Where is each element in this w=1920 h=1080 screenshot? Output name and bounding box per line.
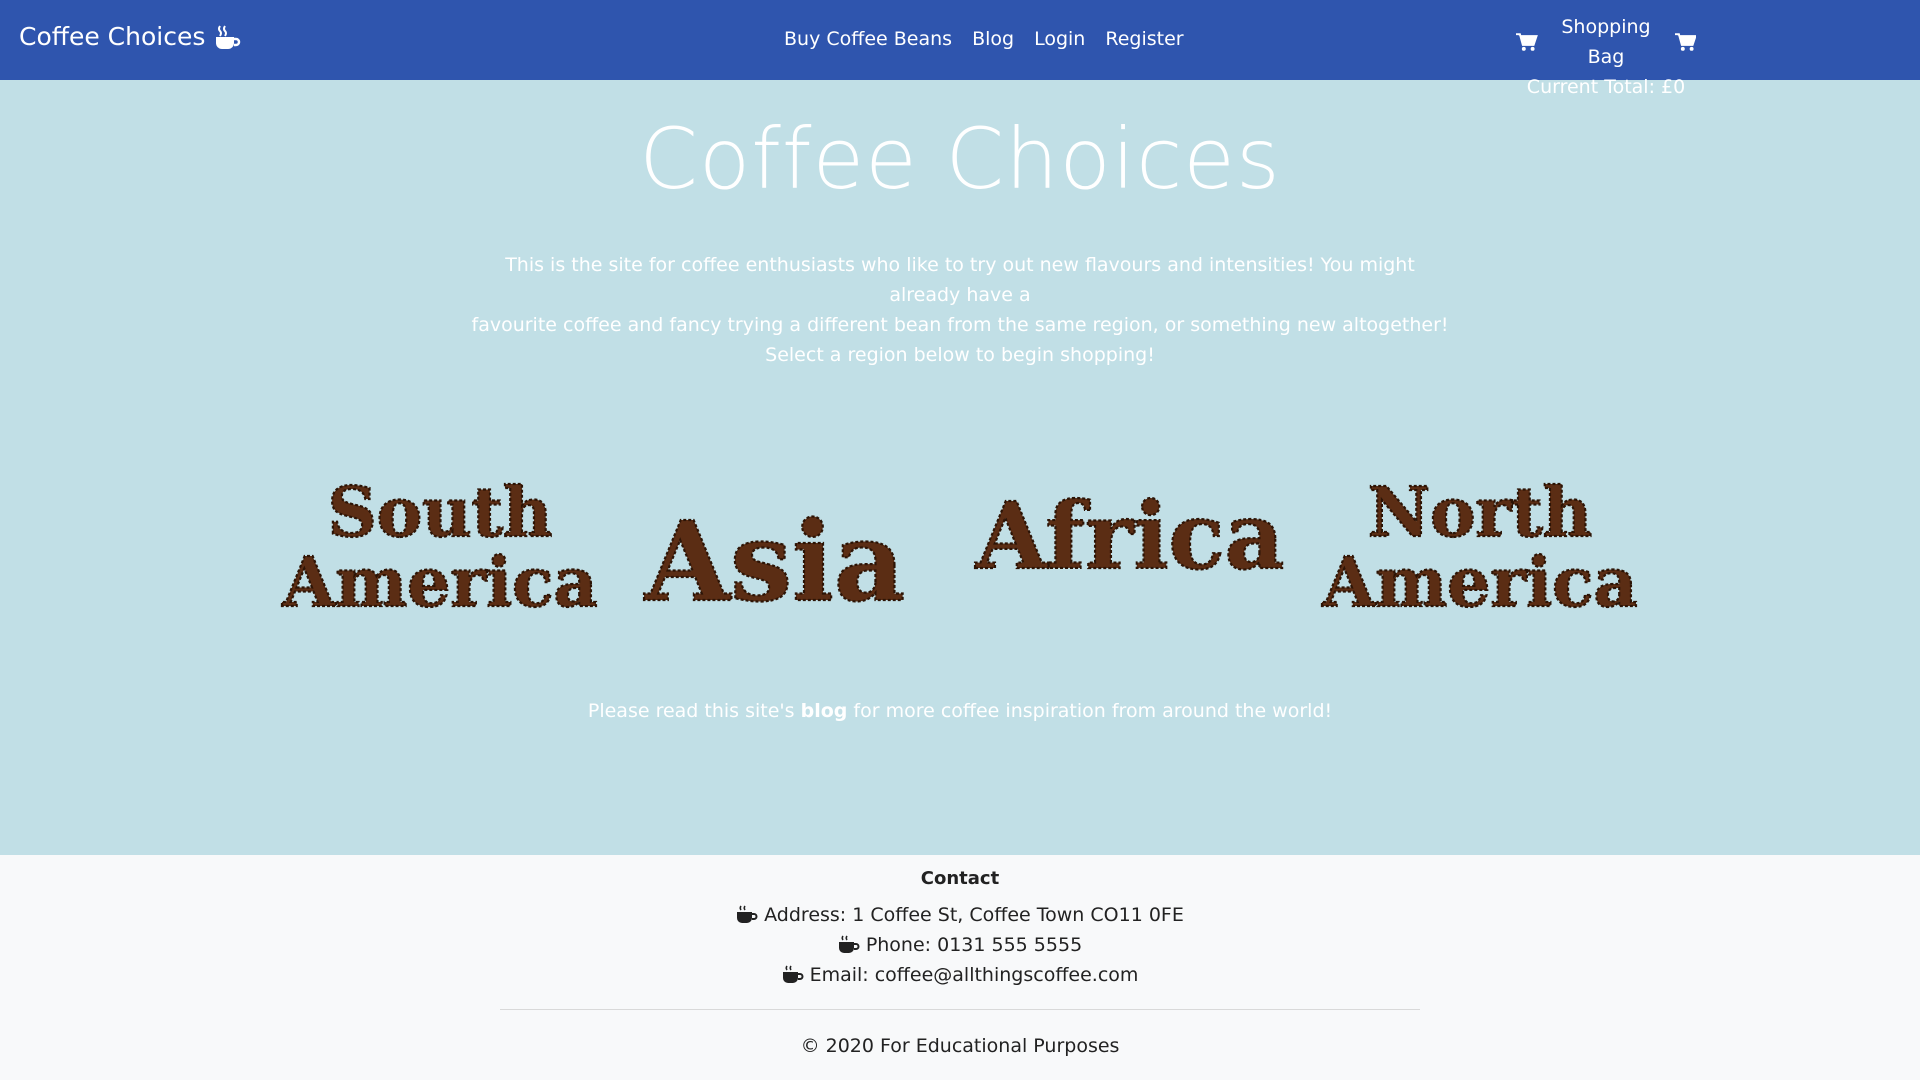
contact-address: Address: 1 Coffee St, Coffee Town CO11 0…	[0, 900, 1920, 930]
nav-register[interactable]: Register	[1105, 28, 1183, 50]
coffee-cup-icon	[782, 965, 804, 983]
region-africa-link[interactable]: Africa	[970, 480, 1310, 591]
shopping-cart-icon	[1674, 33, 1696, 51]
region-label: America	[281, 543, 597, 623]
intro-line: favourite coffee and fancy trying a diff…	[471, 314, 1449, 336]
region-label: Africa	[975, 482, 1284, 590]
contact-email: Email: coffee@allthingscoffee.com	[0, 960, 1920, 990]
region-selector: South America Asia Africa North America	[280, 470, 1640, 640]
region-asia-image: Asia	[643, 496, 907, 627]
shopping-bag-link[interactable]: Shopping Bag	[1516, 12, 1696, 72]
blog-note-text: for more coffee inspiration from around …	[847, 700, 1333, 722]
coffee-cup-icon	[838, 935, 860, 953]
page-title: Coffee Choices	[639, 110, 1281, 208]
phone-text: Phone: 0131 555 5555	[865, 934, 1083, 956]
contact-list: Address: 1 Coffee St, Coffee Town CO11 0…	[0, 900, 1920, 990]
footer-divider	[500, 1009, 1420, 1010]
copyright: © 2020 For Educational Purposes	[800, 1035, 1120, 1057]
intro-line: Select a region below to begin shopping!	[765, 344, 1155, 366]
contact-heading: Contact	[920, 868, 1000, 889]
current-total: Current Total: £0	[1526, 76, 1686, 98]
nav-blog[interactable]: Blog	[972, 28, 1014, 50]
region-north-america-image: North America	[1320, 472, 1638, 624]
region-label: America	[1321, 543, 1637, 623]
brand-link[interactable]: Coffee Choices	[19, 22, 241, 51]
email-text: Email: coffee@allthingscoffee.com	[809, 964, 1139, 986]
shopping-cart-icon	[1516, 33, 1538, 51]
nav-buy-coffee-beans[interactable]: Buy Coffee Beans	[784, 28, 952, 50]
region-label: Asia	[644, 497, 905, 626]
coffee-cup-icon	[737, 905, 758, 923]
region-label: South	[328, 473, 553, 553]
coffee-cup-icon	[216, 24, 241, 49]
region-asia-link[interactable]: Asia	[625, 490, 945, 627]
shopping-bag: Shopping Bag Current Total: £0	[1516, 12, 1696, 102]
region-africa-image: Africa	[974, 481, 1286, 591]
contact-phone: Phone: 0131 555 5555	[0, 930, 1920, 960]
region-south-america-image: South America	[280, 472, 598, 624]
footer: Contact Address: 1 Coffee St, Coffee Tow…	[0, 855, 1920, 1080]
navbar: Coffee Choices Buy Coffee Beans Blog Log…	[0, 0, 1920, 98]
intro-text: This is the site for coffee enthusiasts …	[470, 250, 1450, 370]
nav-login[interactable]: Login	[1034, 28, 1085, 50]
shopping-bag-label: Shopping Bag	[1561, 16, 1651, 68]
intro-line: This is the site for coffee enthusiasts …	[505, 254, 1415, 306]
main-nav: Buy Coffee Beans Blog Login Register	[784, 28, 1184, 50]
blog-note-text: Please read this site's	[587, 700, 801, 722]
brand-name: Coffee Choices	[19, 22, 206, 51]
region-label: North	[1368, 473, 1592, 553]
region-north-america-link[interactable]: North America	[1320, 470, 1640, 630]
region-south-america-link[interactable]: South America	[280, 470, 600, 630]
blog-link[interactable]: blog	[801, 700, 848, 722]
blog-note: Please read this site's blog for more co…	[0, 700, 1920, 722]
address-text: Address: 1 Coffee St, Coffee Town CO11 0…	[764, 904, 1184, 926]
